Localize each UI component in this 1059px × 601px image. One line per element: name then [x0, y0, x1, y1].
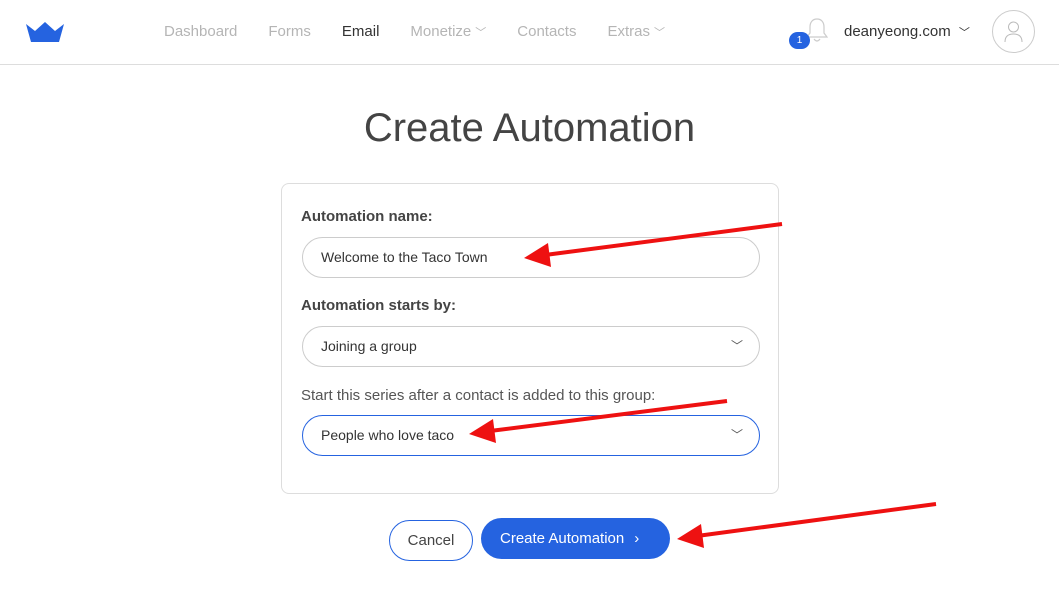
chevron-down-icon: ﹀ [958, 27, 970, 39]
automation-form: Automation name: Welcome to the Taco Tow… [281, 183, 779, 494]
chevron-down-icon: ﹀ [730, 339, 743, 353]
chevron-right-icon: › [634, 530, 640, 547]
starts-by-value: Joining a group [321, 338, 417, 354]
group-value: People who love taco [321, 427, 455, 443]
starts-by-select[interactable]: Joining a group ﹀ [302, 326, 760, 367]
cancel-button[interactable]: Cancel [389, 520, 473, 561]
arrowhead [677, 524, 704, 548]
nav-monetize-label: Monetize [410, 23, 472, 40]
nav-forms[interactable]: Forms [268, 23, 311, 40]
group-select[interactable]: People who love taco ﹀ [302, 415, 760, 456]
user-icon [1004, 21, 1023, 43]
automation-name-input[interactable]: Welcome to the Taco Town [302, 237, 760, 278]
chevron-down-icon: ﹀ [654, 27, 665, 39]
nav-extras[interactable]: Extras ﹀ [607, 23, 665, 40]
create-automation-button[interactable]: Create Automation › [481, 518, 670, 559]
crown-logo-icon[interactable] [26, 22, 64, 42]
create-label: Create Automation [500, 530, 625, 547]
starts-label: Automation starts by: [301, 297, 457, 314]
account-name: deanyeong.com [844, 23, 951, 40]
chevron-down-icon: ﹀ [730, 428, 743, 442]
avatar[interactable] [992, 10, 1035, 53]
notification-badge[interactable]: 1 [789, 32, 810, 49]
account-menu[interactable]: deanyeong.com ﹀ [844, 23, 970, 40]
page-title: Create Automation [363, 106, 696, 150]
arrow-annotation [696, 502, 937, 538]
nav-email[interactable]: Email [342, 23, 380, 40]
nav-contacts[interactable]: Contacts [517, 23, 576, 40]
nav-monetize[interactable]: Monetize ﹀ [410, 23, 486, 40]
group-label: Start this series after a contact is add… [301, 387, 656, 404]
nav-dashboard[interactable]: Dashboard [164, 23, 237, 40]
top-nav: Dashboard Forms Email Monetize ﹀ Contacts… [0, 0, 1059, 65]
name-label: Automation name: [301, 208, 433, 225]
nav-extras-label: Extras [607, 23, 650, 40]
chevron-down-icon: ﹀ [475, 27, 487, 39]
